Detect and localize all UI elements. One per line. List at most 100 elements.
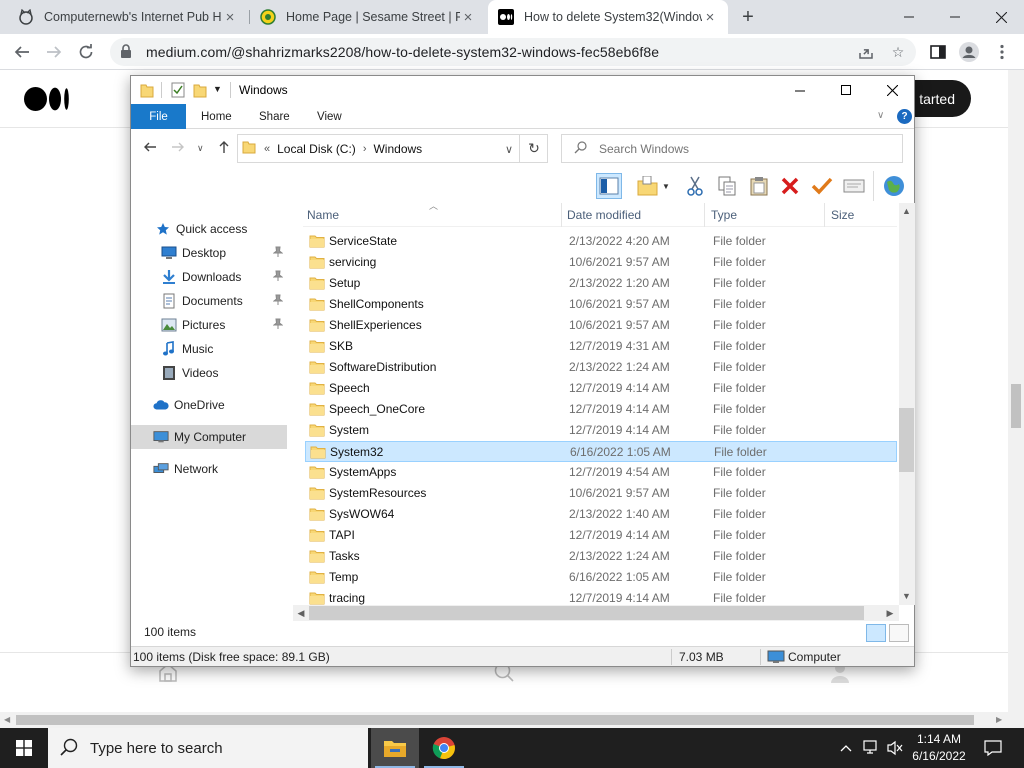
- tab-view[interactable]: View: [317, 104, 342, 129]
- reload-icon[interactable]: [75, 41, 97, 63]
- back-arrow-icon[interactable]: [11, 41, 33, 63]
- scroll-down-icon[interactable]: ▼: [899, 589, 914, 603]
- column-divider[interactable]: [704, 203, 705, 227]
- properties-check-icon[interactable]: [171, 82, 185, 98]
- explorer-title-bar[interactable]: ▼ Windows: [131, 76, 914, 104]
- file-row[interactable]: ShellComponents 10/6/2021 9:57 AM File fol…: [305, 294, 897, 315]
- file-row[interactable]: SysWOW64 2/13/2022 1:40 AM File folder: [305, 504, 897, 525]
- close-tab-icon[interactable]: ×: [460, 9, 476, 26]
- page-horizontal-scrollbar[interactable]: ◀ ▶: [0, 712, 1024, 728]
- large-icons-view-icon[interactable]: [889, 624, 909, 642]
- recent-locations-icon[interactable]: ∨: [197, 143, 204, 154]
- nav-item-network[interactable]: Network: [131, 457, 289, 481]
- close-tab-icon[interactable]: ×: [222, 9, 238, 26]
- new-tab-button[interactable]: +: [737, 6, 759, 28]
- browser-tab-3-active[interactable]: How to delete System32(Window ×: [488, 0, 728, 34]
- profile-avatar-icon[interactable]: [958, 41, 980, 63]
- breadcrumb-windows[interactable]: Windows: [373, 142, 422, 156]
- file-row[interactable]: Speech 12/7/2019 4:14 AM File folder: [305, 378, 897, 399]
- file-explorer-taskbar-icon[interactable]: [371, 728, 419, 768]
- scroll-left-icon[interactable]: ◀: [4, 715, 10, 724]
- nav-item-videos[interactable]: Videos: [131, 361, 289, 385]
- file-row[interactable]: TAPI 12/7/2019 4:14 AM File folder: [305, 525, 897, 546]
- volume-tray-icon[interactable]: [884, 728, 906, 768]
- taskbar-search-box[interactable]: Type here to search: [48, 728, 368, 768]
- delete-icon[interactable]: [777, 173, 803, 199]
- nav-item-onedrive[interactable]: OneDrive: [131, 393, 289, 417]
- scroll-up-icon[interactable]: ▲: [899, 204, 914, 218]
- windows-start-icon[interactable]: [0, 728, 48, 768]
- file-row-selected[interactable]: System32 6/16/2022 1:05 AM File folder: [305, 441, 897, 462]
- show-hidden-icons-chevron-icon[interactable]: [836, 728, 856, 768]
- tab-share[interactable]: Share: [259, 104, 290, 129]
- scroll-right-icon[interactable]: ▶: [996, 715, 1002, 724]
- browser-menu-icon[interactable]: [991, 41, 1013, 63]
- breadcrumb-chevron-icon[interactable]: ›: [363, 143, 367, 155]
- minimize-window-icon[interactable]: [886, 0, 932, 34]
- file-row[interactable]: ShellExperiences 10/6/2021 9:57 AM File fo…: [305, 315, 897, 336]
- address-breadcrumb[interactable]: « Local Disk (C:) › Windows ∨: [237, 134, 548, 163]
- paste-icon[interactable]: [746, 173, 772, 199]
- quick-access-dropdown-icon[interactable]: ▼: [213, 84, 222, 100]
- file-row[interactable]: Temp 6/16/2022 1:05 AM File folder: [305, 567, 897, 588]
- address-dropdown-icon[interactable]: ∨: [505, 143, 513, 156]
- back-arrow-icon[interactable]: [143, 140, 157, 158]
- maximize-icon[interactable]: [823, 76, 869, 104]
- address-bar[interactable]: medium.com/@shahrizmarks2208/how-to-dele…: [110, 38, 916, 66]
- tab-file[interactable]: File: [131, 104, 186, 129]
- nav-item-quick-access[interactable]: Quick access: [131, 217, 289, 241]
- nav-item-my-computer[interactable]: My Computer: [131, 425, 287, 449]
- expand-ribbon-icon[interactable]: ∨: [877, 110, 884, 121]
- nav-item-downloads[interactable]: Downloads: [131, 265, 289, 289]
- scroll-right-icon[interactable]: ▶: [883, 606, 897, 620]
- close-window-icon[interactable]: [978, 0, 1024, 34]
- new-folder-icon[interactable]: [193, 82, 207, 98]
- file-row[interactable]: SKB 12/7/2019 4:31 AM File folder: [305, 336, 897, 357]
- up-arrow-icon[interactable]: [217, 140, 231, 158]
- new-folder-icon[interactable]: [635, 173, 661, 199]
- column-divider[interactable]: [824, 203, 825, 227]
- properties-icon[interactable]: [841, 173, 867, 199]
- tab-home[interactable]: Home: [201, 104, 232, 129]
- dropdown-arrow-icon[interactable]: ▼: [660, 173, 672, 199]
- column-size[interactable]: Size: [831, 208, 854, 222]
- minimize-icon[interactable]: [777, 76, 823, 104]
- column-name[interactable]: Name: [307, 208, 339, 222]
- search-input[interactable]: [599, 141, 879, 156]
- scrollbar-thumb[interactable]: [309, 606, 864, 620]
- scrollbar-thumb[interactable]: [899, 408, 914, 472]
- file-row[interactable]: Setup 2/13/2022 1:20 AM File folder: [305, 273, 897, 294]
- preview-pane-icon[interactable]: [596, 173, 622, 199]
- taskbar-clock[interactable]: 1:14 AM 6/16/2022: [908, 731, 970, 765]
- chrome-taskbar-icon[interactable]: [420, 728, 468, 768]
- file-row[interactable]: Speech_OneCore 12/7/2019 4:14 AM File fold…: [305, 399, 897, 420]
- search-box[interactable]: [561, 134, 903, 163]
- file-row[interactable]: Tasks 2/13/2022 1:24 AM File folder: [305, 546, 897, 567]
- forward-arrow-icon[interactable]: [171, 140, 185, 158]
- file-row[interactable]: SoftwareDistribution 2/13/2022 1:24 AM Fil…: [305, 357, 897, 378]
- medium-logo-icon[interactable]: [24, 87, 70, 111]
- column-date-modified[interactable]: Date modified: [567, 208, 641, 222]
- file-row[interactable]: SystemApps 12/7/2019 4:54 AM File folder: [305, 462, 897, 483]
- globe-icon[interactable]: [881, 173, 907, 199]
- file-row[interactable]: System 12/7/2019 4:14 AM File folder: [305, 420, 897, 441]
- file-list-vertical-scrollbar[interactable]: ▲ ▼: [899, 203, 915, 605]
- details-view-icon[interactable]: [866, 624, 886, 642]
- notifications-icon[interactable]: [978, 728, 1008, 768]
- nav-item-documents[interactable]: Documents: [131, 289, 289, 313]
- scrollbar-thumb[interactable]: [16, 715, 974, 725]
- rename-check-icon[interactable]: [809, 173, 835, 199]
- share-icon[interactable]: [858, 44, 874, 60]
- side-panel-icon[interactable]: [927, 41, 949, 63]
- file-row[interactable]: SystemResources 10/6/2021 9:57 AM File fol…: [305, 483, 897, 504]
- scroll-left-icon[interactable]: ◀: [294, 606, 308, 620]
- refresh-icon[interactable]: ↻: [519, 134, 548, 163]
- breadcrumb-local-disk[interactable]: Local Disk (C:): [277, 142, 356, 156]
- nav-item-desktop[interactable]: Desktop: [131, 241, 289, 265]
- column-divider[interactable]: [561, 203, 562, 227]
- file-row[interactable]: tracing 12/7/2019 4:14 AM File folder: [305, 588, 897, 605]
- help-icon[interactable]: ?: [897, 109, 912, 124]
- forward-arrow-icon[interactable]: [43, 41, 65, 63]
- overflow-chevron-icon[interactable]: «: [264, 143, 270, 155]
- network-tray-icon[interactable]: [860, 728, 882, 768]
